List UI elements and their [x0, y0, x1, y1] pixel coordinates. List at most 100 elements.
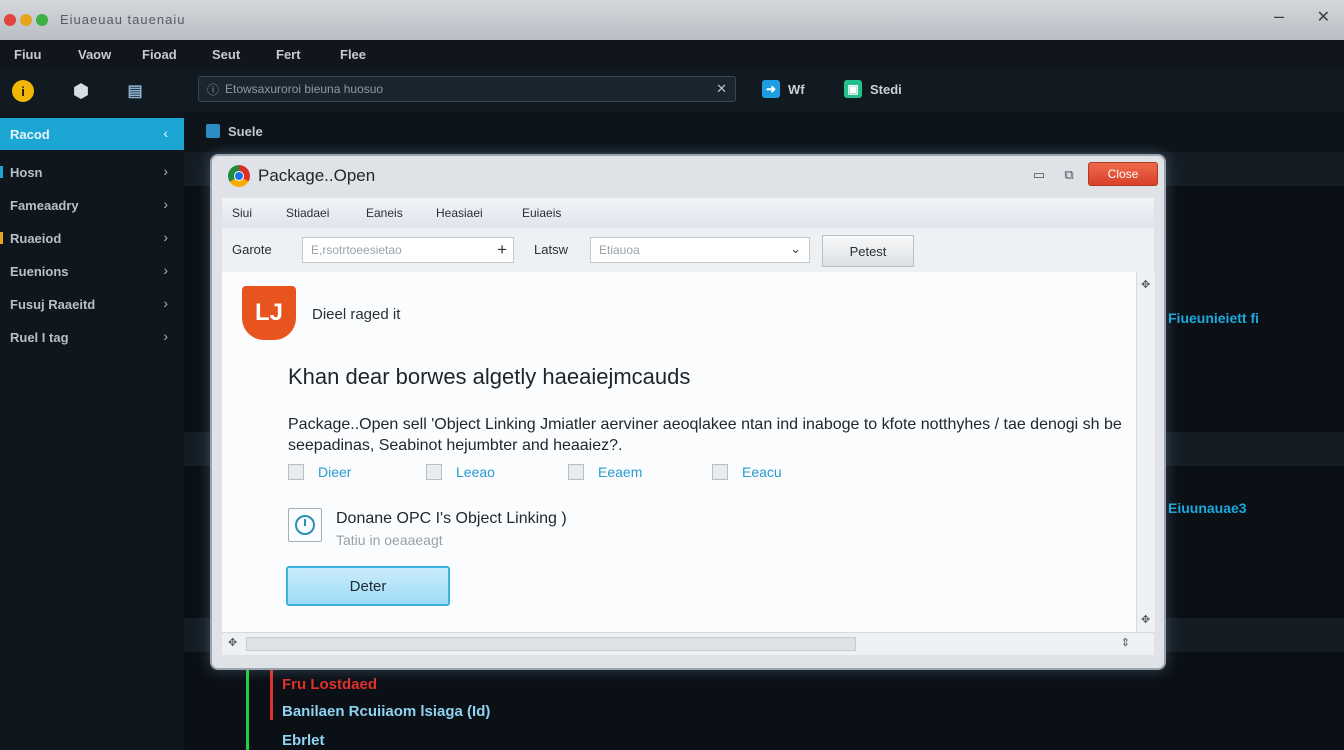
- tree-item[interactable]: Ebrlet: [282, 732, 325, 749]
- option-checkbox[interactable]: Eeaem: [568, 464, 642, 480]
- close-button[interactable]: Close: [1088, 162, 1158, 186]
- minimize-icon[interactable]: –: [1274, 6, 1284, 27]
- chevron-right-icon: ›: [163, 196, 168, 212]
- sidebar-item-label: Euenions: [10, 264, 69, 279]
- document-icon[interactable]: ▤: [124, 80, 146, 102]
- option-label: Eeaem: [598, 464, 643, 480]
- scrollbar-thumb[interactable]: [246, 637, 856, 651]
- chevron-down-icon: ⌄: [790, 241, 801, 256]
- folder-icon: [206, 124, 220, 138]
- dialog-menu-item[interactable]: Siui: [232, 206, 252, 220]
- vertical-scrollbar[interactable]: ✥ ✥: [1136, 272, 1155, 632]
- sidebar-item[interactable]: Ruel I tag ›: [0, 321, 184, 353]
- dialog-heading: Khan dear borwes algetly haeaiejmcauds: [288, 364, 691, 389]
- address-text: Etowsaxuroroi bieuna huosuo: [225, 82, 384, 96]
- background-menubar: Fiuu Vaow Fioad Seut Fert Flee: [0, 40, 1344, 70]
- dialog-title: Package..Open: [258, 166, 376, 185]
- scroll-right-icon[interactable]: ⇕: [1121, 636, 1130, 649]
- marker-icon: [0, 232, 3, 244]
- dialog-menu-item[interactable]: Heasiaei: [436, 206, 483, 220]
- menu-item[interactable]: Fiuu: [14, 47, 41, 62]
- menu-item[interactable]: Fioad: [142, 47, 177, 62]
- background-label: Fiueunieiett fi: [1168, 310, 1259, 326]
- sidebar-item[interactable]: Fameaadry ›: [0, 189, 184, 221]
- dialog-content: LJ Dieel raged it Khan dear borwes alget…: [222, 272, 1136, 632]
- scroll-up-icon[interactable]: ✥: [1141, 278, 1150, 291]
- power-icon: [295, 515, 315, 535]
- option-checkbox[interactable]: Dieer: [288, 464, 351, 480]
- dialog-toolbar: Garote E,rsotrtoeesietao + Latsw Etiauoa…: [222, 228, 1154, 273]
- menu-item[interactable]: Seut: [212, 47, 240, 62]
- dialog-menu-item[interactable]: Euiaeis: [522, 206, 561, 220]
- option-label: Eeacu: [742, 464, 782, 480]
- option-label: Dieer: [318, 464, 352, 480]
- sidebar-item[interactable]: Ruaeiod ›: [0, 222, 184, 254]
- menu-item[interactable]: Fert: [276, 47, 301, 62]
- package-name: Dieel raged it: [312, 306, 401, 323]
- dialog-description: Package..Open sell 'Object Linking Jmiat…: [288, 416, 1122, 454]
- view-select[interactable]: Etiauoa ⌄: [590, 237, 810, 263]
- background-label: Eiuunauae3: [1168, 500, 1247, 516]
- selection-toggle[interactable]: [288, 508, 322, 542]
- view-label: Latsw: [534, 242, 568, 257]
- home-icon[interactable]: ⬢: [70, 80, 92, 102]
- toolbar-button-stedi[interactable]: ▣ Stedi: [844, 80, 902, 98]
- app-logo-icon: [228, 165, 250, 187]
- tree-line: [270, 664, 273, 720]
- sidebar: Racod ‹ Hosn › Fameaadry › Ruaeiod › Eue…: [0, 112, 184, 750]
- checkbox[interactable]: [568, 464, 584, 480]
- primary-button[interactable]: Deter: [286, 566, 450, 606]
- checkbox[interactable]: [288, 464, 304, 480]
- toolbar-button-wf[interactable]: ➜ Wf: [762, 80, 805, 98]
- dialog-menu-item[interactable]: Eaneis: [366, 206, 403, 220]
- sidebar-item[interactable]: Fusuj Raaeitd ›: [0, 288, 184, 320]
- sidebar-item-active[interactable]: Racod ‹: [0, 118, 184, 150]
- pin-icon[interactable]: ⧉: [1060, 164, 1078, 186]
- close-icon[interactable]: ✕: [1317, 7, 1330, 27]
- option-checkbox[interactable]: Leeao: [426, 464, 495, 480]
- sidebar-item-label: Fameaadry: [10, 198, 79, 213]
- content-header: Suele: [184, 112, 1344, 152]
- content-header-title: Suele: [228, 124, 263, 139]
- sidebar-item-label: Ruaeiod: [10, 231, 62, 246]
- horizontal-scrollbar[interactable]: ✥ ⇕: [222, 632, 1154, 655]
- selection-subtitle: Tatiu in oeaaeagt: [336, 532, 443, 548]
- marker-icon: [0, 166, 3, 178]
- action-button[interactable]: Petest: [822, 235, 914, 267]
- background-titlebar: Eiuaeuau tauenaiu – ✕: [0, 0, 1344, 40]
- add-icon[interactable]: +: [497, 240, 507, 260]
- info-icon: ⓘ: [207, 83, 220, 97]
- tree-item[interactable]: Fru Lostdaed: [282, 676, 377, 693]
- sidebar-item-label: Fusuj Raaeitd: [10, 297, 96, 312]
- address-bar[interactable]: ⓘ Etowsaxuroroi bieuna huosuo ✕: [198, 76, 736, 102]
- minimize-dot-icon[interactable]: [20, 14, 32, 26]
- chevron-right-icon: ›: [163, 295, 168, 311]
- option-checkbox[interactable]: Eeacu: [712, 464, 782, 480]
- checkbox[interactable]: [712, 464, 728, 480]
- menu-item[interactable]: Vaow: [78, 47, 111, 62]
- info-icon[interactable]: i: [12, 80, 34, 102]
- dialog-menubar: Siui Stiadaei Eaneis Heasiaei Euiaeis: [222, 198, 1154, 229]
- checkbox[interactable]: [426, 464, 442, 480]
- sidebar-item-label: Ruel I tag: [10, 330, 69, 345]
- chevron-right-icon: ›: [163, 229, 168, 245]
- sidebar-item[interactable]: Euenions ›: [0, 255, 184, 287]
- scroll-down-icon[interactable]: ✥: [1141, 613, 1150, 626]
- search-input[interactable]: E,rsotrtoeesietao +: [302, 237, 514, 263]
- tree-item[interactable]: Banilaen Rcuiiaom lsiaga (Id): [282, 703, 490, 720]
- dialog-menu-item[interactable]: Stiadaei: [286, 206, 329, 220]
- chevron-right-icon: ›: [163, 262, 168, 278]
- toolbar-button-label: Wf: [788, 81, 805, 97]
- chevron-left-icon: ‹: [163, 125, 168, 141]
- scroll-left-icon[interactable]: ✥: [228, 636, 237, 649]
- sidebar-item[interactable]: Hosn ›: [0, 156, 184, 188]
- maximize-dot-icon[interactable]: [36, 14, 48, 26]
- restore-icon[interactable]: ▭: [1030, 164, 1048, 186]
- dialog-titlebar: Package..Open: [228, 162, 375, 190]
- chevron-right-icon: ›: [163, 163, 168, 179]
- menu-item[interactable]: Flee: [340, 47, 366, 62]
- clear-icon[interactable]: ✕: [716, 81, 727, 97]
- toolbar-button-label: Stedi: [870, 81, 902, 97]
- close-dot-icon[interactable]: [4, 14, 16, 26]
- view-select-value: Etiauoa: [599, 243, 640, 257]
